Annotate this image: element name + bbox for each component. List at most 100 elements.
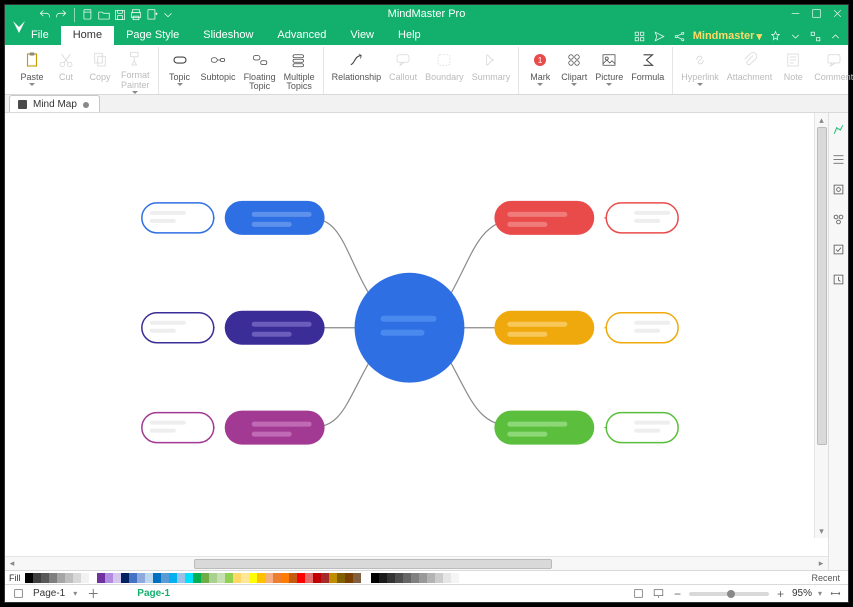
color-swatch[interactable]	[169, 573, 177, 583]
paste-button[interactable]: Paste	[15, 47, 49, 94]
summary-button[interactable]: Summary	[468, 47, 515, 94]
center-topic[interactable]	[355, 273, 465, 383]
scroll-h-thumb[interactable]	[194, 559, 552, 569]
picture-button[interactable]: Picture	[591, 47, 627, 94]
rail-clipart-icon[interactable]	[831, 211, 847, 227]
color-swatch[interactable]	[121, 573, 129, 583]
color-swatch[interactable]	[41, 573, 49, 583]
color-swatch[interactable]	[193, 573, 201, 583]
color-swatch[interactable]	[289, 573, 297, 583]
subtopic-right-2[interactable]	[606, 313, 678, 343]
color-swatch[interactable]	[337, 573, 345, 583]
zoom-slider[interactable]	[689, 592, 769, 596]
maximize-button[interactable]	[810, 7, 823, 20]
scrollbar-horizontal[interactable]: ◂ ▸	[5, 556, 828, 570]
color-swatch[interactable]	[353, 573, 361, 583]
color-swatch[interactable]	[209, 573, 217, 583]
multiple-topics-button[interactable]: Multiple Topics	[280, 47, 319, 94]
rail-history-icon[interactable]	[831, 271, 847, 287]
print-icon[interactable]	[128, 7, 144, 23]
color-swatch[interactable]	[161, 573, 169, 583]
topic-left-2[interactable]	[225, 311, 325, 345]
color-swatch[interactable]	[137, 573, 145, 583]
color-swatch[interactable]	[33, 573, 41, 583]
color-swatch[interactable]	[273, 573, 281, 583]
page-dropdown-caret[interactable]: ▾	[73, 589, 77, 598]
menu-file[interactable]: File	[19, 26, 61, 45]
redo-icon[interactable]	[53, 7, 69, 23]
gray-swatch[interactable]	[411, 573, 419, 583]
page-selector[interactable]: Page-1	[33, 588, 65, 599]
callout-button[interactable]: Callout	[385, 47, 421, 94]
undo-icon[interactable]	[37, 7, 53, 23]
brand-dropdown[interactable]: Mindmaster▾	[693, 30, 762, 43]
hyperlink-button[interactable]: Hyperlink	[677, 47, 723, 94]
send-icon[interactable]	[653, 29, 667, 43]
document-tab[interactable]: Mind Map	[9, 95, 100, 112]
menu-advanced[interactable]: Advanced	[265, 26, 338, 45]
recent-label[interactable]: Recent	[807, 573, 844, 583]
boundary-button[interactable]: Boundary	[421, 47, 468, 94]
rail-style-icon[interactable]	[831, 121, 847, 137]
color-swatch[interactable]	[177, 573, 185, 583]
color-swatch[interactable]	[25, 573, 33, 583]
close-button[interactable]	[831, 7, 844, 20]
gray-swatch[interactable]	[379, 573, 387, 583]
gray-swatch[interactable]	[371, 573, 379, 583]
menu-view[interactable]: View	[338, 26, 386, 45]
color-swatch[interactable]	[217, 573, 225, 583]
color-swatch[interactable]	[257, 573, 265, 583]
menu-home[interactable]: Home	[61, 26, 114, 45]
gray-swatch[interactable]	[387, 573, 395, 583]
gray-swatch[interactable]	[419, 573, 427, 583]
topic-right-2[interactable]	[494, 311, 594, 345]
color-swatch[interactable]	[249, 573, 257, 583]
subtopic-left-1[interactable]	[142, 203, 214, 233]
color-swatch[interactable]	[241, 573, 249, 583]
zoom-in-button[interactable]: +	[775, 587, 786, 601]
color-swatch[interactable]	[281, 573, 289, 583]
export-icon[interactable]	[144, 7, 160, 23]
color-swatch[interactable]	[89, 573, 97, 583]
note-button[interactable]: Note	[776, 47, 810, 94]
help-caret-icon[interactable]	[788, 29, 802, 43]
color-swatch[interactable]	[65, 573, 73, 583]
gray-swatch[interactable]	[443, 573, 451, 583]
scrollbar-vertical[interactable]: ▴ ▾	[814, 113, 828, 538]
subtopic-button[interactable]: Subtopic	[197, 47, 240, 94]
color-swatch[interactable]	[57, 573, 65, 583]
color-swatch[interactable]	[345, 573, 353, 583]
color-swatch[interactable]	[113, 573, 121, 583]
format-painter-button[interactable]: Format Painter	[117, 47, 154, 94]
fit-width-icon[interactable]	[828, 587, 842, 601]
share-icon[interactable]	[673, 29, 687, 43]
color-swatch[interactable]	[233, 573, 241, 583]
gray-swatch[interactable]	[403, 573, 411, 583]
gray-swatch[interactable]	[435, 573, 443, 583]
comment-button[interactable]: Comment	[810, 47, 853, 94]
color-swatch[interactable]	[185, 573, 193, 583]
gray-swatch[interactable]	[395, 573, 403, 583]
collapse-ribbon-icon[interactable]	[828, 29, 842, 43]
attachment-button[interactable]: Attachment	[723, 47, 777, 94]
subtopic-right-3[interactable]	[606, 413, 678, 443]
topic-right-1[interactable]	[494, 201, 594, 235]
color-swatch[interactable]	[265, 573, 273, 583]
formula-button[interactable]: Formula	[627, 47, 668, 94]
menu-help[interactable]: Help	[386, 26, 433, 45]
topic-left-3[interactable]	[225, 411, 325, 445]
zoom-out-button[interactable]: −	[672, 587, 683, 601]
topic-left-1[interactable]	[225, 201, 325, 235]
menu-slideshow[interactable]: Slideshow	[191, 26, 265, 45]
subtopic-left-2[interactable]	[142, 313, 214, 343]
color-swatch[interactable]	[321, 573, 329, 583]
active-page-label[interactable]: Page-1	[137, 588, 170, 599]
scroll-up-arrow[interactable]: ▴	[815, 113, 829, 127]
grid-icon[interactable]	[633, 29, 647, 43]
add-page-button[interactable]: ＋	[85, 585, 101, 602]
gray-swatch[interactable]	[451, 573, 459, 583]
open-icon[interactable]	[96, 7, 112, 23]
topic-button[interactable]: Topic	[163, 47, 197, 94]
clipart-button[interactable]: Clipart	[557, 47, 591, 94]
save-icon[interactable]	[112, 7, 128, 23]
